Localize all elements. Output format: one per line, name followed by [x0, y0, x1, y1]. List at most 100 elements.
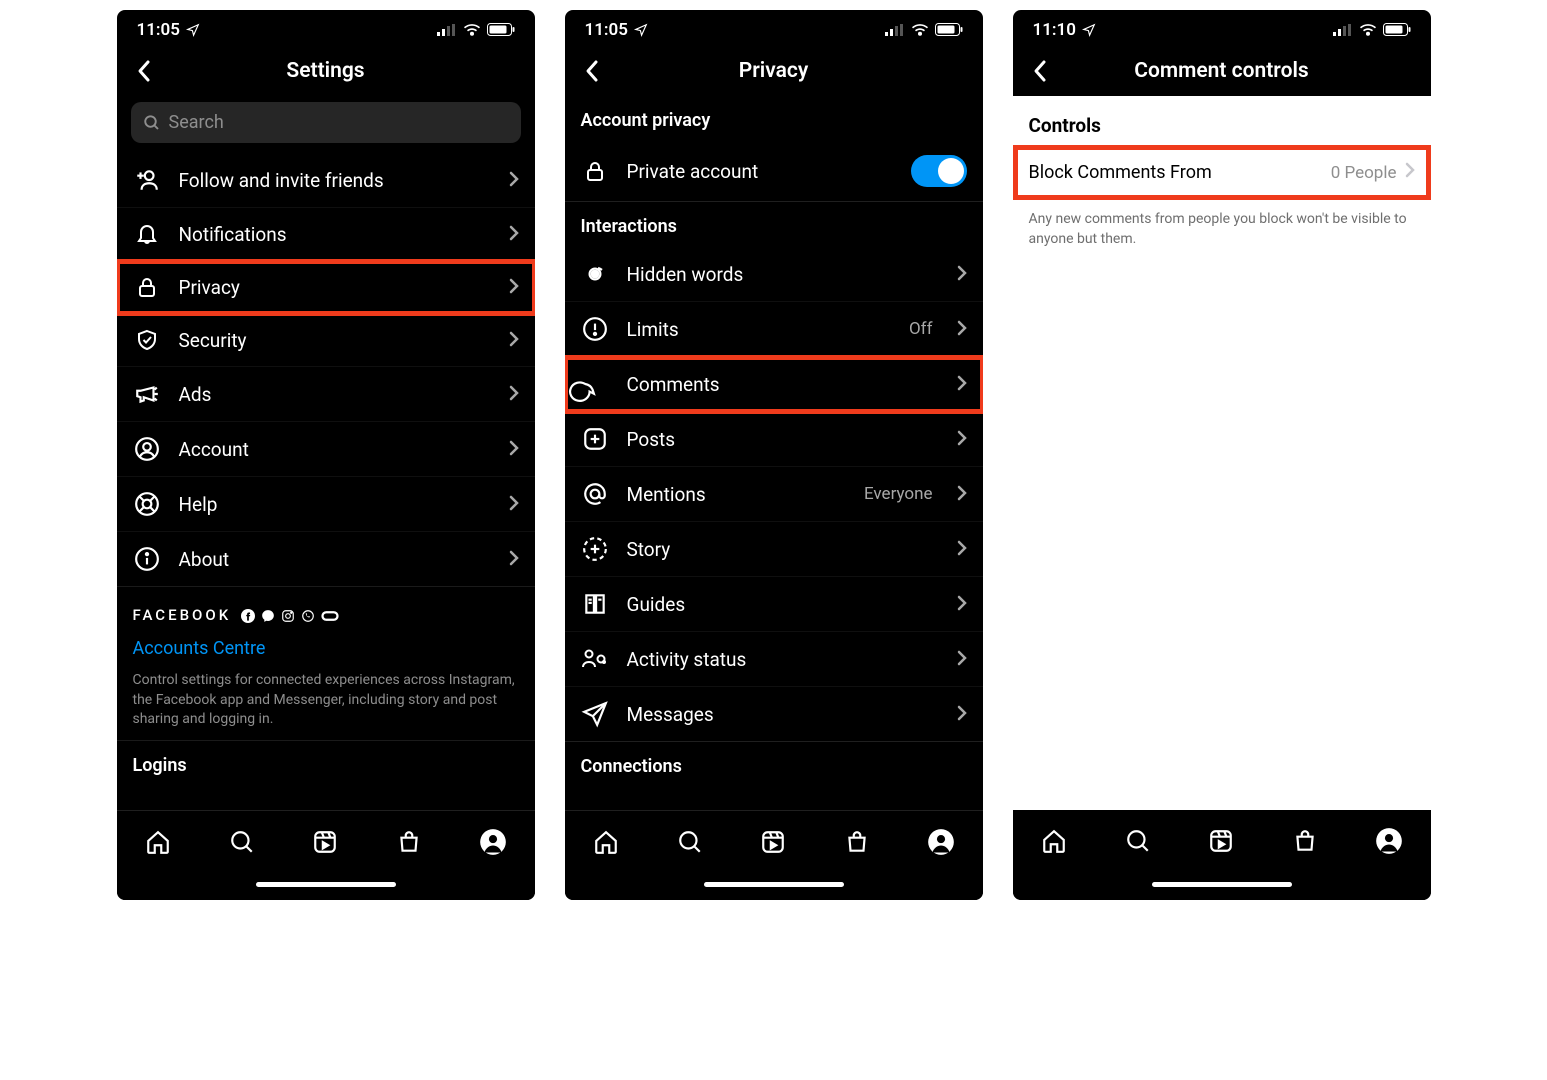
chevron-right-icon — [957, 538, 967, 561]
page-title: Settings — [286, 59, 364, 83]
row-privacy[interactable]: Privacy — [117, 261, 535, 314]
row-comments[interactable]: Comments — [565, 357, 983, 412]
tab-search[interactable] — [670, 822, 710, 862]
send-icon — [581, 701, 609, 727]
status-time: 11:10 — [1033, 20, 1076, 40]
comment-controls-screen: 11:10 Comment controls Controls Block Co… — [1013, 10, 1431, 900]
row-label: Privacy — [179, 276, 491, 299]
row-hidden-words[interactable]: Hidden words — [565, 247, 983, 302]
row-guides[interactable]: Guides — [565, 577, 983, 632]
chevron-right-icon — [957, 593, 967, 616]
row-label: Messages — [627, 703, 939, 726]
lock-icon — [133, 275, 161, 299]
accounts-centre-link[interactable]: Accounts Centre — [133, 636, 519, 661]
home-indicator[interactable] — [565, 872, 983, 900]
tab-reels[interactable] — [305, 822, 345, 862]
chevron-right-icon — [957, 483, 967, 506]
back-button[interactable] — [577, 56, 607, 86]
section-account-privacy: Account privacy — [565, 96, 983, 141]
row-label: Comments — [627, 373, 939, 396]
logins-header: Logins — [117, 741, 535, 786]
accounts-centre-block: FACEBOOK Accounts Centre Control setting… — [117, 586, 535, 741]
battery-icon — [935, 23, 963, 37]
nav-header: Settings — [117, 46, 535, 96]
search-input[interactable]: Search — [131, 102, 521, 143]
privacy-screen: 11:05 Privacy Account privacy Private ac… — [565, 10, 983, 900]
tab-profile[interactable] — [921, 822, 961, 862]
chevron-right-icon — [509, 329, 519, 352]
row-label: Block Comments From — [1029, 162, 1331, 183]
row-follow-invite[interactable]: Follow and invite friends — [117, 153, 535, 208]
row-messages[interactable]: Messages — [565, 687, 983, 742]
home-indicator[interactable] — [117, 872, 535, 900]
row-activity-status[interactable]: Activity status — [565, 632, 983, 687]
row-label: Private account — [627, 160, 893, 183]
row-ads[interactable]: Ads — [117, 367, 535, 422]
row-account[interactable]: Account — [117, 422, 535, 477]
location-arrow-icon — [186, 23, 200, 37]
status-bar: 11:05 — [117, 10, 535, 46]
row-block-comments[interactable]: Block Comments From 0 People — [1013, 145, 1431, 200]
tab-home[interactable] — [138, 822, 178, 862]
row-label: Help — [179, 493, 491, 516]
row-label: Account — [179, 438, 491, 461]
tab-profile[interactable] — [1369, 821, 1409, 861]
row-posts[interactable]: Posts — [565, 412, 983, 467]
section-interactions: Interactions — [565, 202, 983, 247]
tab-search[interactable] — [222, 822, 262, 862]
help-text: Any new comments from people you block w… — [1013, 200, 1431, 259]
book-icon — [581, 591, 609, 617]
activity-icon — [581, 646, 609, 672]
row-limits[interactable]: Limits Off — [565, 302, 983, 357]
status-bar: 11:10 — [1013, 10, 1431, 46]
tab-bar — [117, 810, 535, 872]
user-circle-icon — [133, 436, 161, 462]
tab-shop[interactable] — [837, 822, 877, 862]
tab-reels[interactable] — [753, 822, 793, 862]
row-about[interactable]: About — [117, 532, 535, 586]
tab-home[interactable] — [586, 822, 626, 862]
alert-circle-icon — [581, 316, 609, 342]
row-label: Activity status — [627, 648, 939, 671]
tab-shop[interactable] — [1285, 821, 1325, 861]
private-account-toggle[interactable] — [911, 155, 967, 187]
nav-header: Comment controls — [1013, 46, 1431, 96]
home-indicator[interactable] — [1013, 872, 1431, 900]
status-time: 11:05 — [585, 20, 628, 40]
nav-header: Privacy — [565, 46, 983, 96]
row-notifications[interactable]: Notifications — [117, 208, 535, 261]
tab-home[interactable] — [1034, 821, 1074, 861]
back-button[interactable] — [129, 56, 159, 86]
status-bar: 11:05 — [565, 10, 983, 46]
battery-icon — [487, 23, 515, 37]
chevron-right-icon — [509, 223, 519, 246]
bell-icon — [133, 222, 161, 246]
row-label: Security — [179, 329, 491, 352]
lifebuoy-icon — [133, 491, 161, 517]
chevron-right-icon — [957, 318, 967, 341]
row-security[interactable]: Security — [117, 314, 535, 367]
tab-profile[interactable] — [473, 822, 513, 862]
back-button[interactable] — [1025, 56, 1055, 86]
row-mentions[interactable]: Mentions Everyone — [565, 467, 983, 522]
row-help[interactable]: Help — [117, 477, 535, 532]
row-label: Mentions — [627, 483, 846, 506]
row-label: Story — [627, 538, 939, 561]
row-detail: Off — [909, 319, 933, 339]
row-detail: Everyone — [864, 484, 933, 504]
row-story[interactable]: Story — [565, 522, 983, 577]
tab-shop[interactable] — [389, 822, 429, 862]
whatsapp-logo-icon — [301, 609, 315, 623]
tab-reels[interactable] — [1201, 821, 1241, 861]
row-private-account[interactable]: Private account — [565, 141, 983, 202]
instagram-logo-icon — [281, 609, 295, 623]
chevron-right-icon — [509, 383, 519, 406]
location-arrow-icon — [1082, 23, 1096, 37]
row-label: Limits — [627, 318, 891, 341]
oculus-logo-icon — [321, 610, 339, 622]
wifi-icon — [911, 23, 929, 37]
wifi-icon — [463, 23, 481, 37]
comment-icon — [581, 371, 609, 397]
tab-search[interactable] — [1118, 821, 1158, 861]
battery-icon — [1383, 23, 1411, 37]
